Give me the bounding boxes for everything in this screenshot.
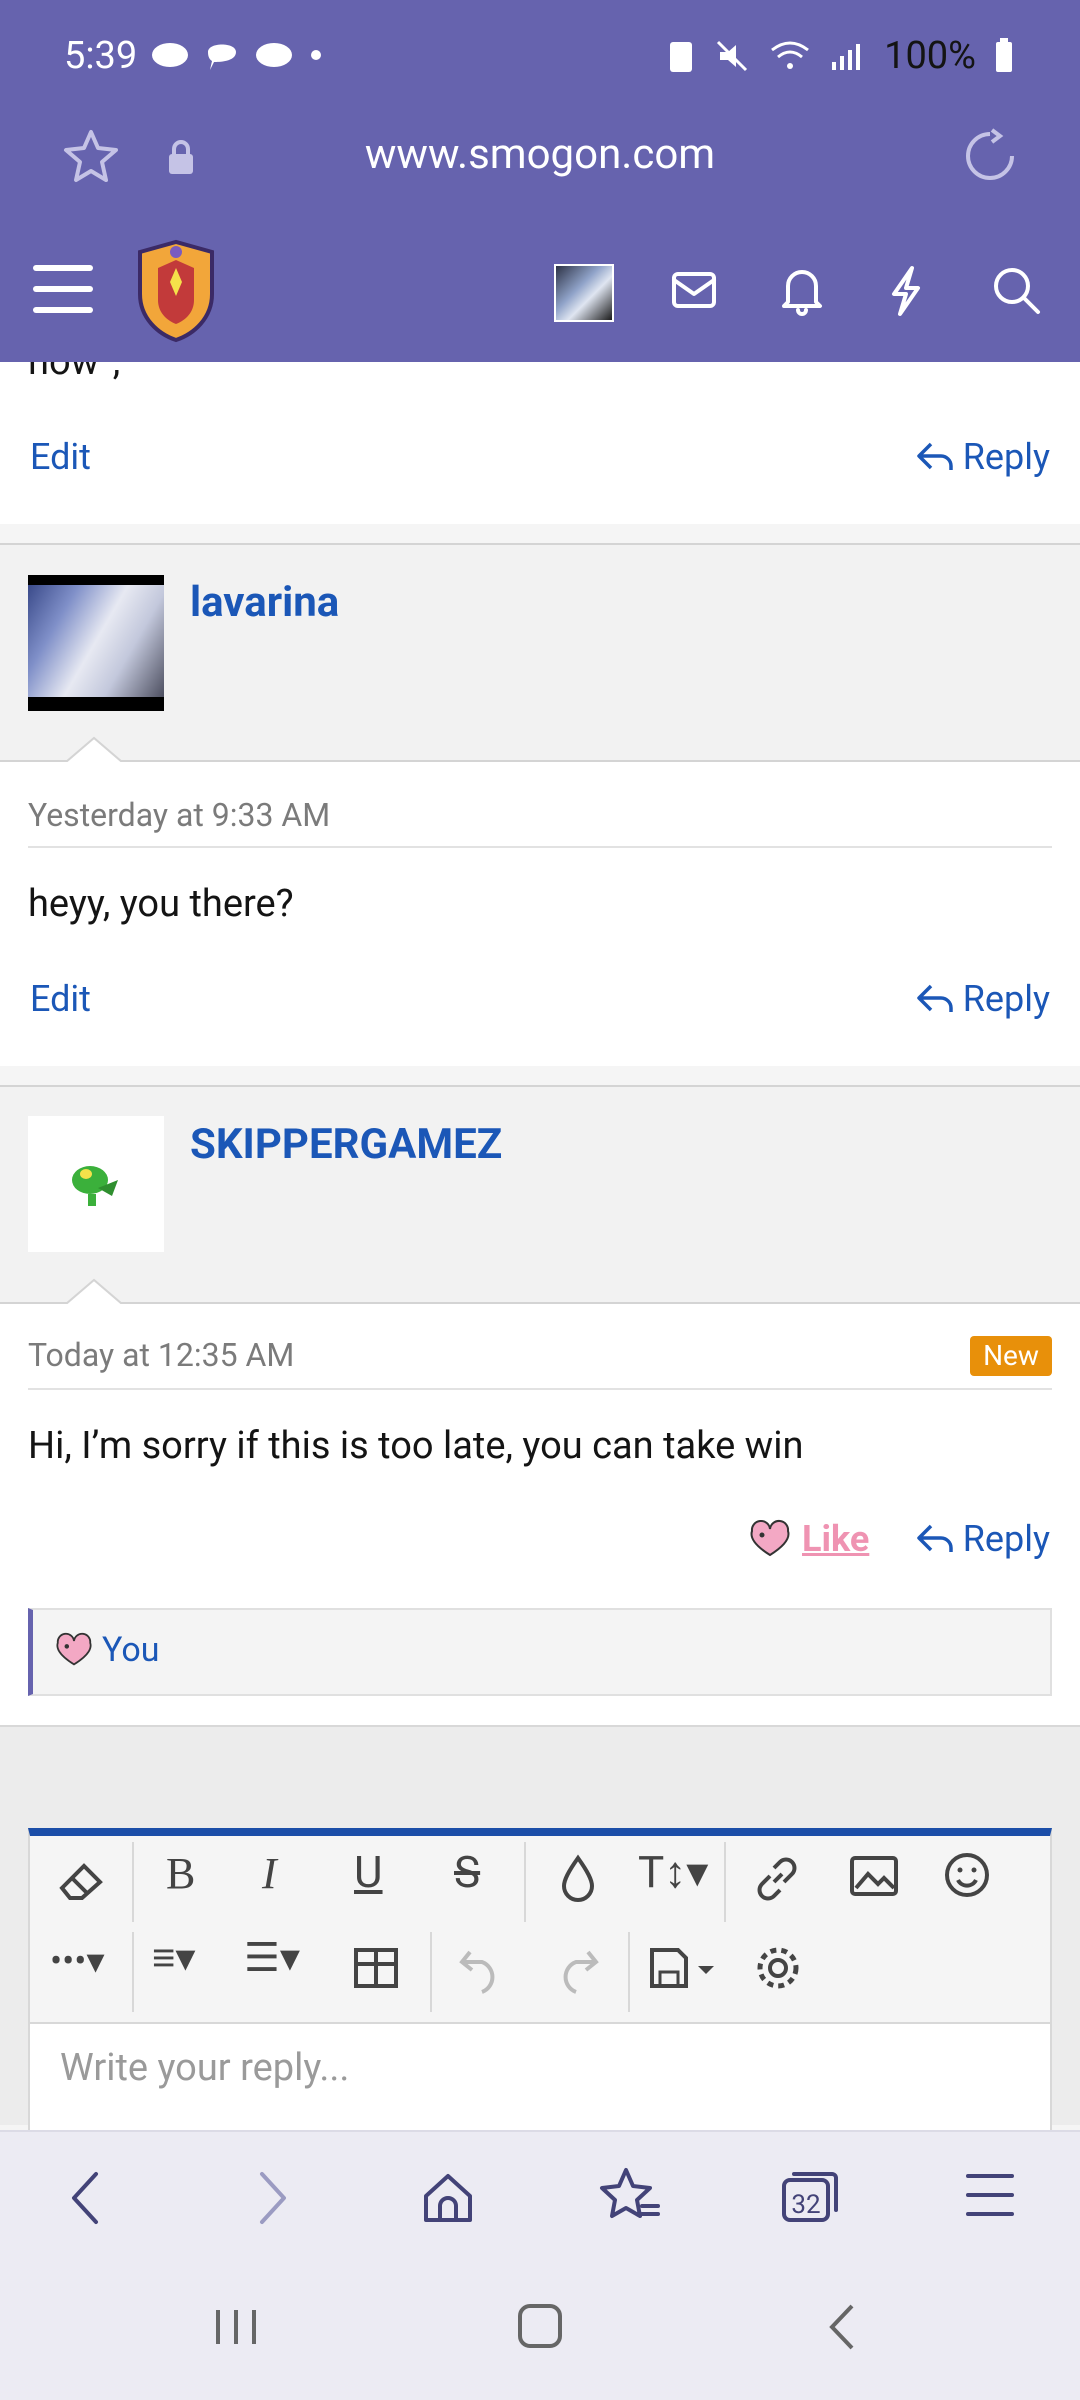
new-badge: New [970, 1336, 1052, 1376]
divider [28, 1388, 1052, 1390]
list-button[interactable]: ☰▾ [244, 1934, 300, 1981]
speech-arrow [66, 1278, 122, 1304]
edit-link[interactable]: Edit [30, 978, 91, 1020]
reply-icon [916, 1524, 953, 1552]
reply-link[interactable]: Reply [915, 978, 1050, 1020]
notification-icons [150, 38, 324, 72]
url-text[interactable]: www.smogon.com [0, 130, 1080, 179]
like-label: Like [802, 1518, 870, 1560]
forward-icon[interactable] [252, 2168, 292, 2232]
edit-link[interactable]: Edit [30, 436, 91, 478]
signal-icon [832, 44, 861, 70]
smogon-logo[interactable] [130, 238, 222, 348]
post-timestamp[interactable]: Today at 12:35 AM [28, 1336, 294, 1374]
inbox-icon[interactable] [670, 268, 718, 316]
save-draft-icon[interactable] [646, 1944, 726, 1994]
reaction-user[interactable]: You [102, 1630, 159, 1670]
mute-icon [717, 40, 748, 72]
post-username[interactable]: lavarina [190, 578, 339, 627]
like-heart-icon [750, 1520, 790, 1557]
avatar[interactable] [28, 1116, 164, 1252]
user-avatar-small[interactable] [554, 264, 614, 322]
reload-icon[interactable] [962, 128, 1018, 188]
reply-label: Reply [962, 436, 1050, 478]
image-icon[interactable] [848, 1854, 900, 1898]
smilie-icon[interactable] [942, 1850, 992, 1900]
post-username[interactable]: SKIPPERGAMEZ [190, 1120, 502, 1169]
system-back-icon[interactable] [822, 2302, 862, 2356]
reply-icon [916, 442, 953, 470]
reply-link[interactable]: Reply [915, 1518, 1050, 1560]
menu-icon[interactable] [32, 262, 94, 320]
font-size-button[interactable]: T↕▾ [638, 1846, 708, 1898]
more-options-button[interactable]: •••▾ [50, 1940, 105, 1982]
battery-text: 100% [884, 34, 976, 78]
back-icon[interactable] [66, 2168, 106, 2232]
reply-label: Reply [962, 1518, 1050, 1560]
bold-button[interactable]: B [166, 1848, 195, 1899]
wifi-icon [771, 41, 810, 69]
like-link[interactable]: Like [748, 1518, 869, 1560]
eraser-icon[interactable] [56, 1858, 110, 1902]
align-button[interactable]: ≡▾ [152, 1934, 195, 1981]
root: { "status": { "time": "5:39", "battery":… [0, 0, 1080, 2400]
post-message: heyy, you there? [28, 882, 294, 926]
toolbar-buttons: B I U S T↕▾ •••▾ ≡▾ ☰▾ [28, 1836, 1052, 2026]
reply-label: Reply [962, 978, 1050, 1020]
table-icon[interactable] [352, 1946, 400, 1990]
battery-saver-icon [670, 42, 693, 72]
home-icon[interactable] [418, 2168, 478, 2232]
search-icon[interactable] [990, 264, 1042, 320]
redo-icon[interactable] [552, 1944, 602, 1994]
like-heart-icon [56, 1632, 92, 1666]
post-message: Hi, I’m sorry if this is too late, you c… [28, 1424, 804, 1468]
link-icon[interactable] [752, 1854, 802, 1904]
underline-button[interactable]: U [354, 1846, 383, 1898]
italic-button[interactable]: I [262, 1848, 277, 1899]
bookmarks-icon[interactable] [598, 2166, 662, 2230]
battery-icon [996, 38, 1012, 72]
browser-nav-bar [0, 2130, 1080, 2260]
reply-link[interactable]: Reply [915, 436, 1050, 478]
alerts-bell-icon[interactable] [778, 264, 826, 320]
browser-menu-icon[interactable] [962, 2168, 1018, 2226]
reply-icon [916, 984, 953, 1012]
reaction-summary[interactable]: You [54, 1630, 159, 1670]
status-right: 100% [666, 34, 1014, 78]
bolt-icon[interactable] [886, 264, 926, 322]
status-time: 5:39 [64, 34, 138, 78]
post-timestamp[interactable]: Yesterday at 9:33 AM [28, 796, 330, 834]
avatar[interactable] [28, 575, 164, 711]
reactions-bar[interactable] [28, 1608, 1052, 1696]
strikethrough-button[interactable]: S [454, 1846, 480, 1898]
undo-icon[interactable] [456, 1944, 506, 1994]
divider [28, 846, 1052, 848]
settings-gear-icon[interactable] [752, 1942, 804, 1994]
color-drop-icon[interactable] [558, 1854, 598, 1904]
speech-arrow [66, 736, 122, 762]
tab-count: 32 [791, 2190, 821, 2220]
reply-input[interactable]: Write your reply... [28, 2022, 1052, 2132]
home-button-icon[interactable] [516, 2302, 564, 2354]
recents-icon[interactable] [212, 2306, 260, 2352]
